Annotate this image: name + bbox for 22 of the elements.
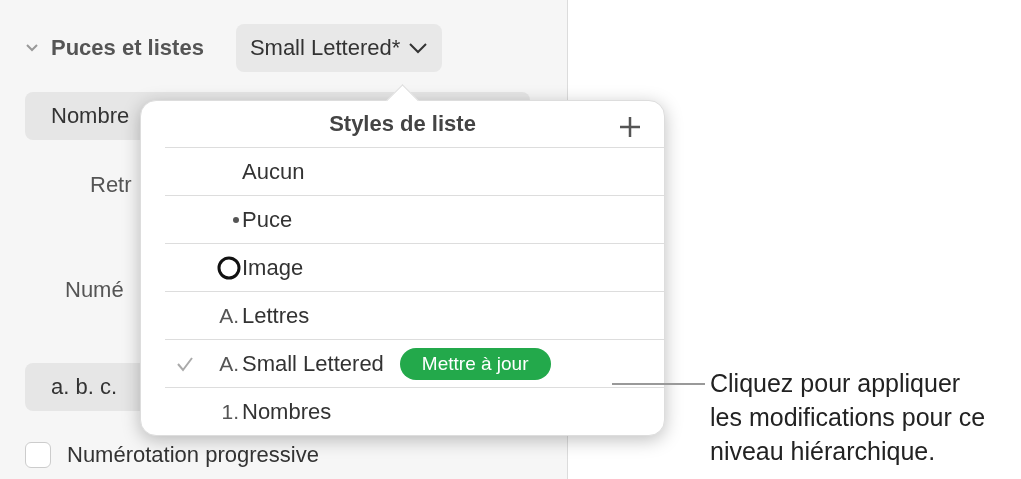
list-style-item[interactable]: Image — [242, 254, 304, 281]
popover-title: Styles de liste — [329, 111, 476, 137]
list-style-popup[interactable]: Small Lettered* — [235, 24, 443, 72]
ring-icon — [217, 255, 241, 280]
section-title: Puces et listes — [51, 35, 204, 61]
list-marker: A. — [219, 351, 239, 376]
checkbox[interactable] — [25, 442, 51, 468]
chevron-down-icon[interactable] — [25, 43, 39, 53]
indent-label: Retr — [90, 172, 132, 197]
list-marker: A. — [219, 303, 239, 328]
numbering-label: Numé — [65, 277, 124, 302]
checkbox-label: Numérotation progressive — [67, 442, 319, 468]
list-style-item[interactable]: Small Lettered — [242, 350, 384, 377]
list-marker: 1. — [221, 399, 239, 424]
callout-text: Cliquez pour appliquer les modifications pour ce niveau hiérarchique. — [710, 368, 987, 467]
bullet-icon — [233, 216, 239, 223]
list-style-item[interactable]: Puce — [242, 206, 293, 233]
list-style-item[interactable]: Aucun — [242, 158, 305, 185]
plus-icon[interactable] — [618, 115, 642, 139]
chevron-down-icon — [408, 42, 429, 54]
list-style-item[interactable]: Lettres — [242, 302, 310, 329]
list-style-item[interactable]: Nombres — [242, 398, 332, 425]
